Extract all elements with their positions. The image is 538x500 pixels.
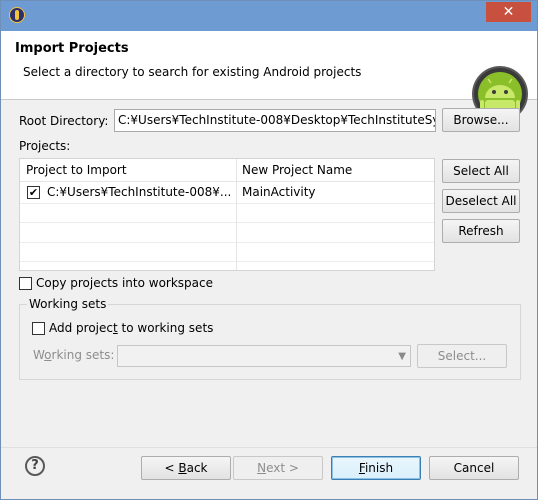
refresh-button[interactable]: Refresh: [442, 219, 520, 243]
copy-into-workspace-label[interactable]: Copy projects into workspace: [36, 276, 213, 290]
project-path: C:¥Users¥TechInstitute-008¥...: [47, 185, 232, 199]
working-sets-combo[interactable]: ▼: [117, 345, 411, 367]
close-window-button[interactable]: ✕: [486, 2, 531, 22]
row-divider: [20, 222, 434, 223]
finish-button[interactable]: Finish: [331, 456, 421, 480]
chevron-down-icon: ▼: [398, 351, 406, 362]
page-title: Import Projects: [15, 41, 129, 56]
table-header: Project to Import New Project Name: [20, 159, 434, 182]
root-directory-input[interactable]: C:¥Users¥TechInstitute-008¥Desktop¥TechI…: [114, 109, 436, 132]
row-divider: [20, 242, 434, 243]
column-project-to-import[interactable]: Project to Import: [26, 163, 127, 177]
select-working-sets-button[interactable]: Select...: [417, 344, 507, 368]
add-to-working-sets-checkbox[interactable]: [32, 322, 45, 335]
column-divider: [236, 159, 237, 270]
footer-divider: [1, 447, 537, 448]
row-divider: [20, 203, 434, 204]
title-bar[interactable]: ✕: [1, 1, 537, 31]
help-icon[interactable]: ?: [25, 456, 45, 476]
working-sets-group: [19, 304, 521, 380]
row-divider: [20, 261, 434, 262]
select-all-button[interactable]: Select All: [442, 159, 520, 183]
deselect-all-button[interactable]: Deselect All: [442, 189, 520, 213]
working-sets-label: Working sets:: [33, 348, 115, 362]
row-checkbox[interactable]: ✔: [27, 186, 40, 199]
wizard-header: Import Projects Select a directory to se…: [1, 31, 537, 122]
copy-into-workspace-checkbox[interactable]: [19, 277, 32, 290]
table-row[interactable]: ✔ C:¥Users¥TechInstitute-008¥... MainAct…: [20, 182, 434, 202]
project-name[interactable]: MainActivity: [242, 185, 316, 199]
back-button[interactable]: < Back: [141, 456, 231, 480]
page-description: Select a directory to search for existin…: [23, 65, 362, 79]
column-new-project-name[interactable]: New Project Name: [242, 163, 352, 177]
add-to-working-sets-label[interactable]: Add project to working sets: [49, 321, 213, 335]
cancel-button[interactable]: Cancel: [429, 456, 519, 480]
working-sets-group-label: Working sets: [27, 297, 109, 311]
projects-table[interactable]: Project to Import New Project Name ✔ C:¥…: [19, 158, 435, 271]
root-directory-label: Root Directory:: [19, 114, 109, 128]
projects-label: Projects:: [19, 139, 71, 153]
browse-button[interactable]: Browse...: [442, 108, 520, 132]
import-projects-dialog: ✕ Import Projects Select a directory to …: [0, 0, 538, 500]
next-button[interactable]: Next >: [233, 456, 323, 480]
eclipse-app-icon: [9, 7, 25, 23]
